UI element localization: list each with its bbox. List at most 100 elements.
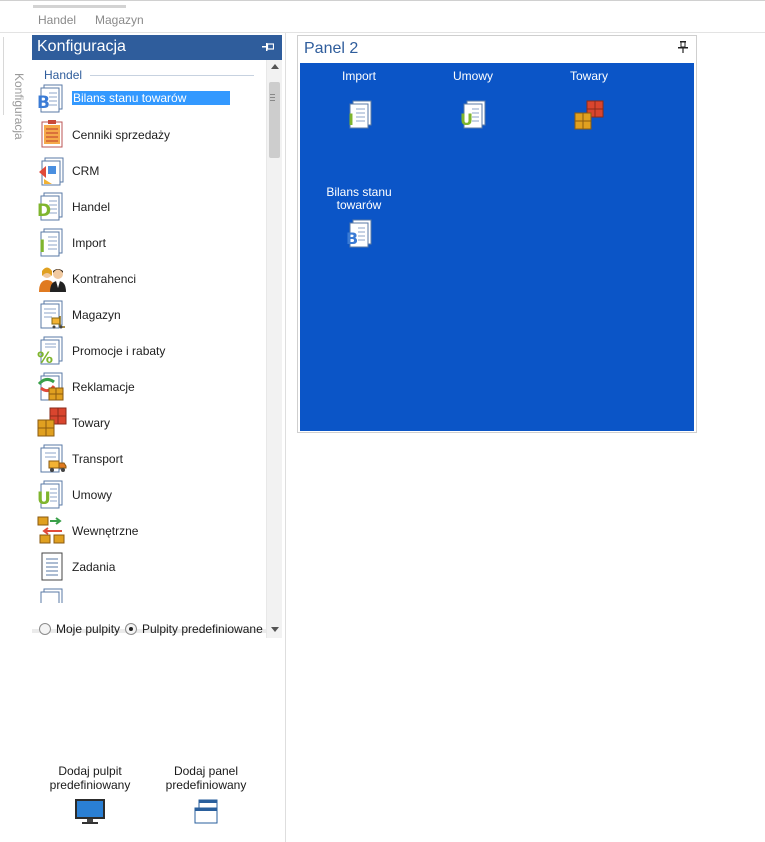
list-item-label: Magazyn bbox=[72, 308, 121, 322]
document-b-icon: B bbox=[37, 84, 63, 113]
tile-umowy[interactable]: Umowy U bbox=[418, 70, 528, 131]
list-item-label: Import bbox=[72, 236, 107, 250]
document-b-icon: B bbox=[346, 219, 372, 248]
list-item-label: Bilans stanu towarów bbox=[72, 91, 230, 105]
discount-icon: % bbox=[37, 336, 63, 366]
list-item-towary[interactable]: Towary bbox=[36, 405, 264, 439]
add-predefined-panel-button[interactable]: Dodaj panel predefiniowany bbox=[151, 764, 261, 826]
scroll-grip-icon bbox=[270, 94, 275, 95]
button-label-line2: predefiniowany bbox=[49, 778, 131, 792]
group-divider bbox=[90, 75, 254, 76]
list-item-label: Reklamacje bbox=[72, 380, 135, 394]
button-label-line1: Dodaj pulpit bbox=[58, 764, 122, 778]
list-item-label: Transport bbox=[72, 452, 123, 466]
list-item-kontrahenci[interactable]: Kontrahenci bbox=[36, 261, 264, 295]
list-item-cenniki-sprzedazy[interactable]: Cenniki sprzedaży bbox=[36, 117, 264, 151]
configuration-panel-header: Konfiguracja bbox=[32, 35, 282, 60]
configuration-panel: Konfiguracja Handel B Bilans stanu towar… bbox=[32, 35, 282, 842]
list-item-bilans-stanu-towarow[interactable]: B Bilans stanu towarów bbox=[36, 81, 264, 115]
list-item-label: Handel bbox=[72, 200, 111, 214]
contractors-icon bbox=[39, 267, 66, 292]
list-item-magazyn[interactable]: Magazyn bbox=[36, 297, 264, 331]
price-list-icon bbox=[41, 120, 63, 148]
goods-icon bbox=[37, 407, 67, 437]
list-item-label: Kontrahenci bbox=[72, 272, 137, 286]
list-item-promocje-i-rabaty[interactable]: % Promocje i rabaty bbox=[36, 333, 264, 367]
scroll-up-arrow-icon[interactable] bbox=[271, 64, 279, 69]
list-item-handel[interactable]: D Handel bbox=[36, 189, 264, 223]
radio-label[interactable]: Pulpity predefiniowane bbox=[142, 622, 263, 636]
radio-label[interactable]: Moje pulpity bbox=[56, 622, 120, 636]
radio-circle[interactable] bbox=[39, 623, 51, 635]
document-i-icon: I bbox=[348, 100, 372, 129]
top-tab-bar: Handel Magazyn bbox=[0, 0, 765, 33]
side-tab-label[interactable]: Konfiguracja bbox=[12, 73, 26, 140]
pin-icon[interactable] bbox=[678, 41, 688, 53]
scroll-down-arrow-icon[interactable] bbox=[271, 627, 279, 632]
complaints-icon bbox=[37, 372, 64, 401]
list-item-crm[interactable]: CRM bbox=[36, 153, 264, 187]
svg-text:I: I bbox=[348, 110, 354, 129]
list-item-label: Promocje i rabaty bbox=[72, 344, 166, 358]
panel-2: Panel 2 Import I Umowy U Towary Bilans s… bbox=[297, 35, 697, 433]
warehouse-icon bbox=[40, 300, 65, 329]
svg-text:U: U bbox=[37, 489, 51, 509]
monitor-icon bbox=[75, 799, 105, 824]
svg-text:U: U bbox=[460, 110, 473, 129]
active-tab-indicator bbox=[33, 5, 126, 8]
list-item-partial bbox=[36, 585, 264, 603]
tile-towary[interactable]: Towary bbox=[534, 70, 644, 131]
radio-dot bbox=[129, 627, 133, 631]
tile-label-line2: towarów bbox=[336, 198, 382, 212]
tile-bilans-stanu-towarow[interactable]: Bilans stanu towarów B bbox=[304, 186, 414, 250]
tile-import[interactable]: Import I bbox=[304, 70, 414, 131]
panel-2-body: Import I Umowy U Towary Bilans stanu tow… bbox=[300, 63, 694, 431]
transport-icon bbox=[40, 444, 67, 473]
list-item-reklamacje[interactable]: Reklamacje bbox=[36, 369, 264, 403]
configuration-panel-title: Konfiguracja bbox=[37, 38, 126, 55]
list-item-label: Umowy bbox=[72, 488, 113, 502]
tasks-icon bbox=[41, 552, 63, 581]
document-d-icon: D bbox=[37, 192, 63, 221]
module-list: Handel B Bilans stanu towarów Cenniki sp… bbox=[32, 60, 282, 638]
button-label-line1: Dodaj panel bbox=[173, 764, 239, 778]
document-u-icon: U bbox=[460, 100, 486, 129]
panel-2-title: Panel 2 bbox=[304, 40, 359, 57]
internal-icon bbox=[37, 516, 65, 544]
document-icon bbox=[40, 588, 63, 603]
svg-text:I: I bbox=[39, 237, 45, 257]
tile-label: Import bbox=[341, 69, 376, 83]
document-u-icon: U bbox=[37, 480, 63, 509]
list-item-transport[interactable]: Transport bbox=[36, 441, 264, 475]
document-i-icon: I bbox=[39, 228, 63, 257]
svg-text:D: D bbox=[37, 201, 51, 221]
tab-handel[interactable]: Handel bbox=[38, 13, 76, 27]
radio-circle-checked[interactable] bbox=[125, 623, 137, 635]
list-item-import[interactable]: I Import bbox=[36, 225, 264, 259]
svg-text:B: B bbox=[346, 229, 358, 248]
list-item-label: Wewnętrzne bbox=[72, 524, 139, 538]
list-item-label: CRM bbox=[72, 164, 100, 178]
add-predefined-dashboard-button[interactable]: Dodaj pulpit predefiniowany bbox=[35, 764, 145, 826]
list-item-zadania[interactable]: Zadania bbox=[36, 549, 264, 583]
tab-magazyn[interactable]: Magazyn bbox=[95, 13, 144, 27]
side-tab[interactable]: Konfiguracja bbox=[0, 33, 28, 842]
svg-text:B: B bbox=[37, 93, 50, 113]
pin-icon[interactable] bbox=[262, 42, 274, 52]
window-panel-icon bbox=[194, 799, 218, 824]
crm-icon bbox=[39, 157, 64, 186]
tile-label: Umowy bbox=[452, 69, 493, 83]
list-item-wewnetrzne[interactable]: Wewnętrzne bbox=[36, 513, 264, 547]
svg-text:%: % bbox=[37, 348, 53, 366]
list-item-label: Towary bbox=[72, 416, 111, 430]
button-label-line2: predefiniowany bbox=[165, 778, 247, 792]
goods-icon bbox=[574, 100, 604, 130]
list-item-label: Cenniki sprzedaży bbox=[72, 128, 171, 142]
side-tab-border bbox=[3, 37, 4, 115]
tile-label: Towary bbox=[569, 69, 608, 83]
pane-splitter[interactable] bbox=[285, 33, 286, 842]
list-item-umowy[interactable]: U Umowy bbox=[36, 477, 264, 511]
top-border bbox=[0, 0, 765, 1]
list-item-label: Zadania bbox=[72, 560, 116, 574]
list-scrollbar[interactable] bbox=[266, 60, 282, 638]
